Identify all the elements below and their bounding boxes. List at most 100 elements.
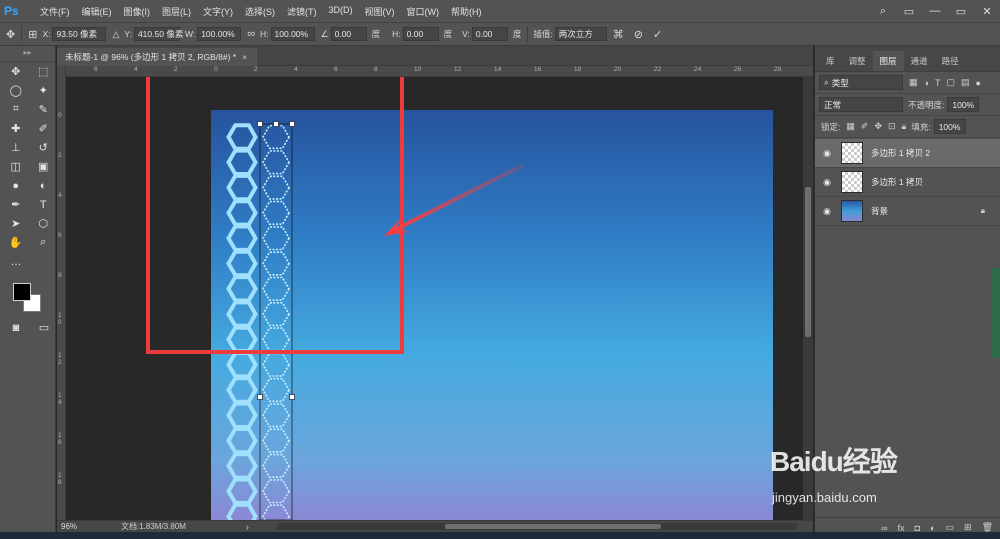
x-field[interactable]: 93.50 像素 xyxy=(52,27,107,41)
layer-lock-icon[interactable]: 🔒︎ xyxy=(981,206,985,216)
history-brush-tool-icon[interactable]: ↺ xyxy=(32,138,56,157)
interp-select[interactable]: 两次立方 xyxy=(554,27,607,41)
close-button[interactable]: ✕ xyxy=(974,5,1000,18)
vskew-field[interactable]: 0.00 xyxy=(471,27,508,41)
rotation-field[interactable]: 0.00 xyxy=(330,27,367,41)
commit-transform-icon[interactable]: ✓ xyxy=(653,28,662,41)
menu-select[interactable]: 选择(S) xyxy=(239,5,281,18)
hskew-field[interactable]: 0.00 xyxy=(402,27,439,41)
menu-filter[interactable]: 滤镜(T) xyxy=(281,5,323,18)
brush-tool-icon[interactable]: ✐ xyxy=(32,119,56,138)
layer-style-icon[interactable]: fx xyxy=(898,523,905,533)
layer-row[interactable]: ◉ 背景 🔒︎ xyxy=(815,197,1000,226)
eraser-tool-icon[interactable]: ◫ xyxy=(4,157,28,176)
link-icon[interactable]: ∞ xyxy=(247,28,255,40)
more-tools-icon[interactable]: … xyxy=(4,252,28,271)
lasso-tool-icon[interactable]: ◯ xyxy=(4,81,28,100)
filter-shape-icon[interactable]: ▢ xyxy=(946,77,955,88)
path-selection-tool-icon[interactable]: ➤ xyxy=(4,214,28,233)
tab-adjustments[interactable]: 调整 xyxy=(842,51,873,71)
zoom-tool-icon[interactable]: ⌕ xyxy=(32,233,56,252)
clone-stamp-tool-icon[interactable]: ⊥ xyxy=(4,138,28,157)
horizontal-scrollbar[interactable] xyxy=(277,523,797,530)
filter-type-icon[interactable]: T xyxy=(935,78,941,88)
cancel-transform-icon[interactable]: ⊘ xyxy=(634,28,643,41)
visibility-eye-icon[interactable]: ◉ xyxy=(815,177,839,188)
move-tool-icon[interactable]: ✥ xyxy=(4,62,28,81)
menu-type[interactable]: 文字(Y) xyxy=(197,5,239,18)
menu-edit[interactable]: 编辑(E) xyxy=(76,5,118,18)
menu-layer[interactable]: 图层(L) xyxy=(156,5,197,18)
menu-image[interactable]: 图像(I) xyxy=(118,5,157,18)
reference-point-icon[interactable]: ⊞ xyxy=(28,28,37,41)
toolbox-grip-icon[interactable]: ▸▸ xyxy=(0,46,55,62)
opacity-field[interactable]: 100% xyxy=(947,97,980,112)
lock-image-icon[interactable]: ✐ xyxy=(861,121,869,132)
magic-wand-tool-icon[interactable]: ✦ xyxy=(32,81,56,100)
width-field[interactable]: 100.00% xyxy=(197,27,242,41)
link-layers-icon[interactable]: ∞ xyxy=(881,523,887,533)
lock-all-icon[interactable]: 🔒︎ xyxy=(902,121,907,132)
horizontal-scroll-thumb[interactable] xyxy=(445,524,661,529)
layer-row[interactable]: ◉ 多边形 1 拷贝 2 xyxy=(815,139,1000,168)
close-tab-icon[interactable]: × xyxy=(242,52,247,62)
lock-artboard-icon[interactable]: ⊡ xyxy=(888,121,896,132)
healing-brush-tool-icon[interactable]: ✚ xyxy=(4,119,28,138)
eyedropper-tool-icon[interactable]: ✎ xyxy=(32,100,56,119)
transform-handle[interactable] xyxy=(289,121,295,127)
canvas-area[interactable] xyxy=(66,77,803,520)
marquee-tool-icon[interactable]: ⬚ xyxy=(32,62,56,81)
collapsed-panel-tab[interactable] xyxy=(992,268,1000,358)
lock-transparent-icon[interactable]: ▦ xyxy=(846,121,855,132)
menu-view[interactable]: 视图(V) xyxy=(359,5,401,18)
filter-adjustment-icon[interactable]: ◑ xyxy=(924,78,929,88)
zoom-field[interactable]: 96% xyxy=(61,522,87,531)
status-menu-chevron-icon[interactable]: › xyxy=(246,522,249,532)
move-tool-icon[interactable]: ✥ xyxy=(6,28,15,41)
visibility-eye-icon[interactable]: ◉ xyxy=(815,148,839,159)
warp-icon[interactable]: ⌘ xyxy=(613,28,624,41)
filter-pixel-icon[interactable]: ▦ xyxy=(909,77,918,88)
workspace-icon[interactable]: ▭ xyxy=(896,5,922,18)
transform-handle[interactable] xyxy=(273,121,279,127)
adjustment-layer-icon[interactable]: ◐ xyxy=(930,523,935,533)
tab-channels[interactable]: 通道 xyxy=(904,51,935,71)
type-tool-icon[interactable]: T xyxy=(32,195,56,214)
maximize-button[interactable]: ▭ xyxy=(948,5,974,18)
menu-3d[interactable]: 3D(D) xyxy=(323,5,359,18)
add-mask-icon[interactable]: ◘ xyxy=(915,523,920,533)
transform-handle[interactable] xyxy=(257,121,263,127)
fill-field[interactable]: 100% xyxy=(933,119,966,134)
foreground-color-swatch[interactable] xyxy=(13,283,31,301)
gradient-tool-icon[interactable]: ▣ xyxy=(32,157,56,176)
height-field[interactable]: 100.00% xyxy=(270,27,315,41)
shape-tool-icon[interactable]: ⬡ xyxy=(32,214,56,233)
blend-mode-select[interactable]: 正常 xyxy=(819,97,903,112)
minimize-button[interactable]: — xyxy=(922,5,948,17)
quick-mask-icon[interactable]: ◙ xyxy=(4,318,28,337)
lock-position-icon[interactable]: ✥ xyxy=(874,121,882,132)
document-tab[interactable]: 未标题-1 @ 96% (多边形 1 拷贝 2, RGB/8#) * × xyxy=(57,48,257,66)
tab-layers[interactable]: 图层 xyxy=(872,51,904,71)
layer-row[interactable]: ◉ 多边形 1 拷贝 xyxy=(815,168,1000,197)
filter-smart-icon[interactable]: ▤ xyxy=(961,77,970,88)
pen-tool-icon[interactable]: ✒ xyxy=(4,195,28,214)
menu-help[interactable]: 帮助(H) xyxy=(445,5,488,18)
visibility-eye-icon[interactable]: ◉ xyxy=(815,206,839,217)
crop-tool-icon[interactable]: ⌗ xyxy=(4,100,28,119)
search-icon[interactable]: ⌕ xyxy=(870,5,896,18)
menu-window[interactable]: 窗口(W) xyxy=(401,5,446,18)
layer-filter-select[interactable]: ⌕ 类型 xyxy=(819,75,903,90)
transform-handle[interactable] xyxy=(289,394,295,400)
screen-mode-icon[interactable]: ▭ xyxy=(32,318,56,337)
hand-tool-icon[interactable]: ✋ xyxy=(4,233,28,252)
tab-libraries[interactable]: 库 xyxy=(819,51,842,71)
tab-paths[interactable]: 路径 xyxy=(935,51,966,71)
delta-icon[interactable]: △ xyxy=(112,29,119,40)
filter-toggle-icon[interactable]: ● xyxy=(975,78,980,88)
dodge-tool-icon[interactable]: ◐ xyxy=(32,176,56,195)
blur-tool-icon[interactable]: ● xyxy=(4,176,28,195)
menu-file[interactable]: 文件(F) xyxy=(34,5,76,18)
y-field[interactable]: 410.50 像素 xyxy=(133,27,183,41)
vertical-scroll-thumb[interactable] xyxy=(805,187,811,337)
